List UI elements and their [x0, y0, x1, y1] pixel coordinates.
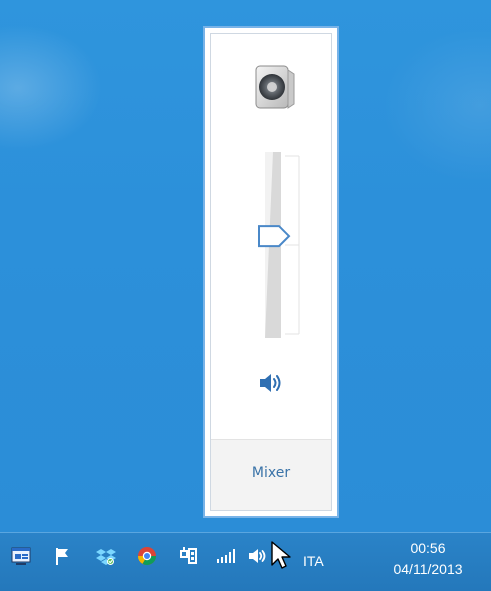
clock-date: 04/11/2013 [393, 561, 463, 577]
volume-slider-thumb[interactable] [258, 225, 291, 248]
dropbox-icon[interactable] [95, 545, 117, 567]
volume-flyout-panel: Mixer [210, 33, 332, 511]
action-center-icon[interactable] [10, 545, 32, 567]
wifi-signal-icon[interactable] [214, 545, 236, 567]
taskbar-clock[interactable]: 00:56 04/11/2013 [378, 538, 478, 580]
mute-button[interactable] [256, 370, 286, 396]
network-adapter-icon[interactable] [177, 545, 199, 567]
language-indicator[interactable]: ITA [303, 553, 324, 569]
speaker-volume-icon[interactable] [246, 545, 268, 567]
flag-icon[interactable] [52, 545, 74, 567]
taskbar: ITA 00:56 04/11/2013 [0, 532, 491, 591]
volume-slider[interactable] [241, 150, 305, 340]
volume-flyout: Mixer [203, 26, 339, 518]
clock-time: 00:56 [410, 540, 446, 556]
mixer-link[interactable]: Mixer [211, 465, 331, 481]
chrome-icon[interactable] [136, 545, 158, 567]
mixer-area: Mixer [211, 440, 331, 510]
speakers-icon[interactable] [252, 64, 296, 110]
speaker-volume-icon [260, 374, 281, 392]
mouse-cursor [271, 541, 291, 569]
